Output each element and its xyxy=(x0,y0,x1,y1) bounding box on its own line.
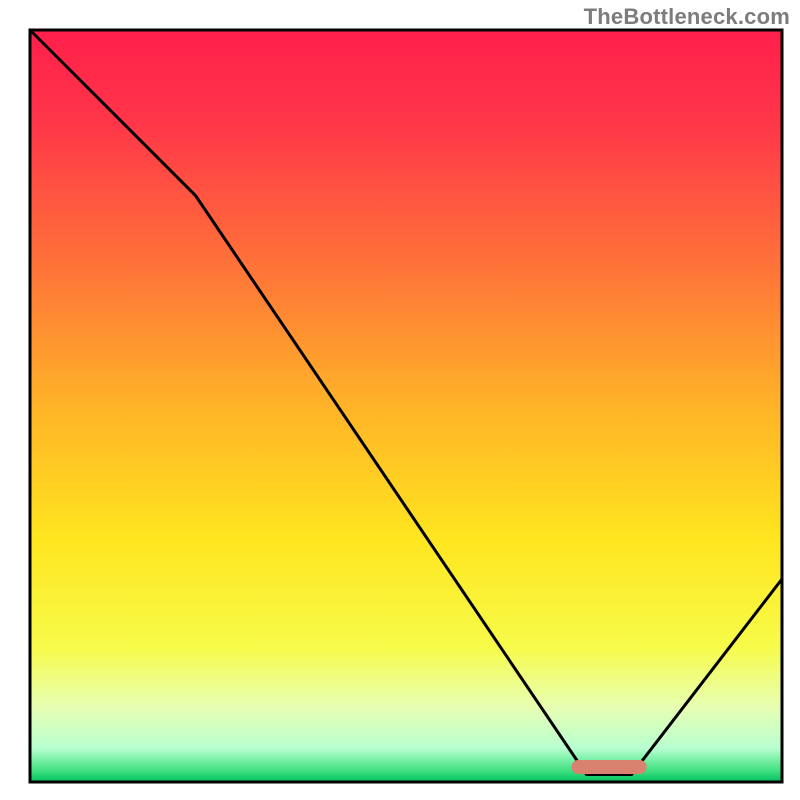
bottleneck-chart xyxy=(0,0,800,800)
chart-container: TheBottleneck.com xyxy=(0,0,800,800)
attribution-label: TheBottleneck.com xyxy=(584,4,790,30)
optimal-range-marker xyxy=(571,760,646,774)
